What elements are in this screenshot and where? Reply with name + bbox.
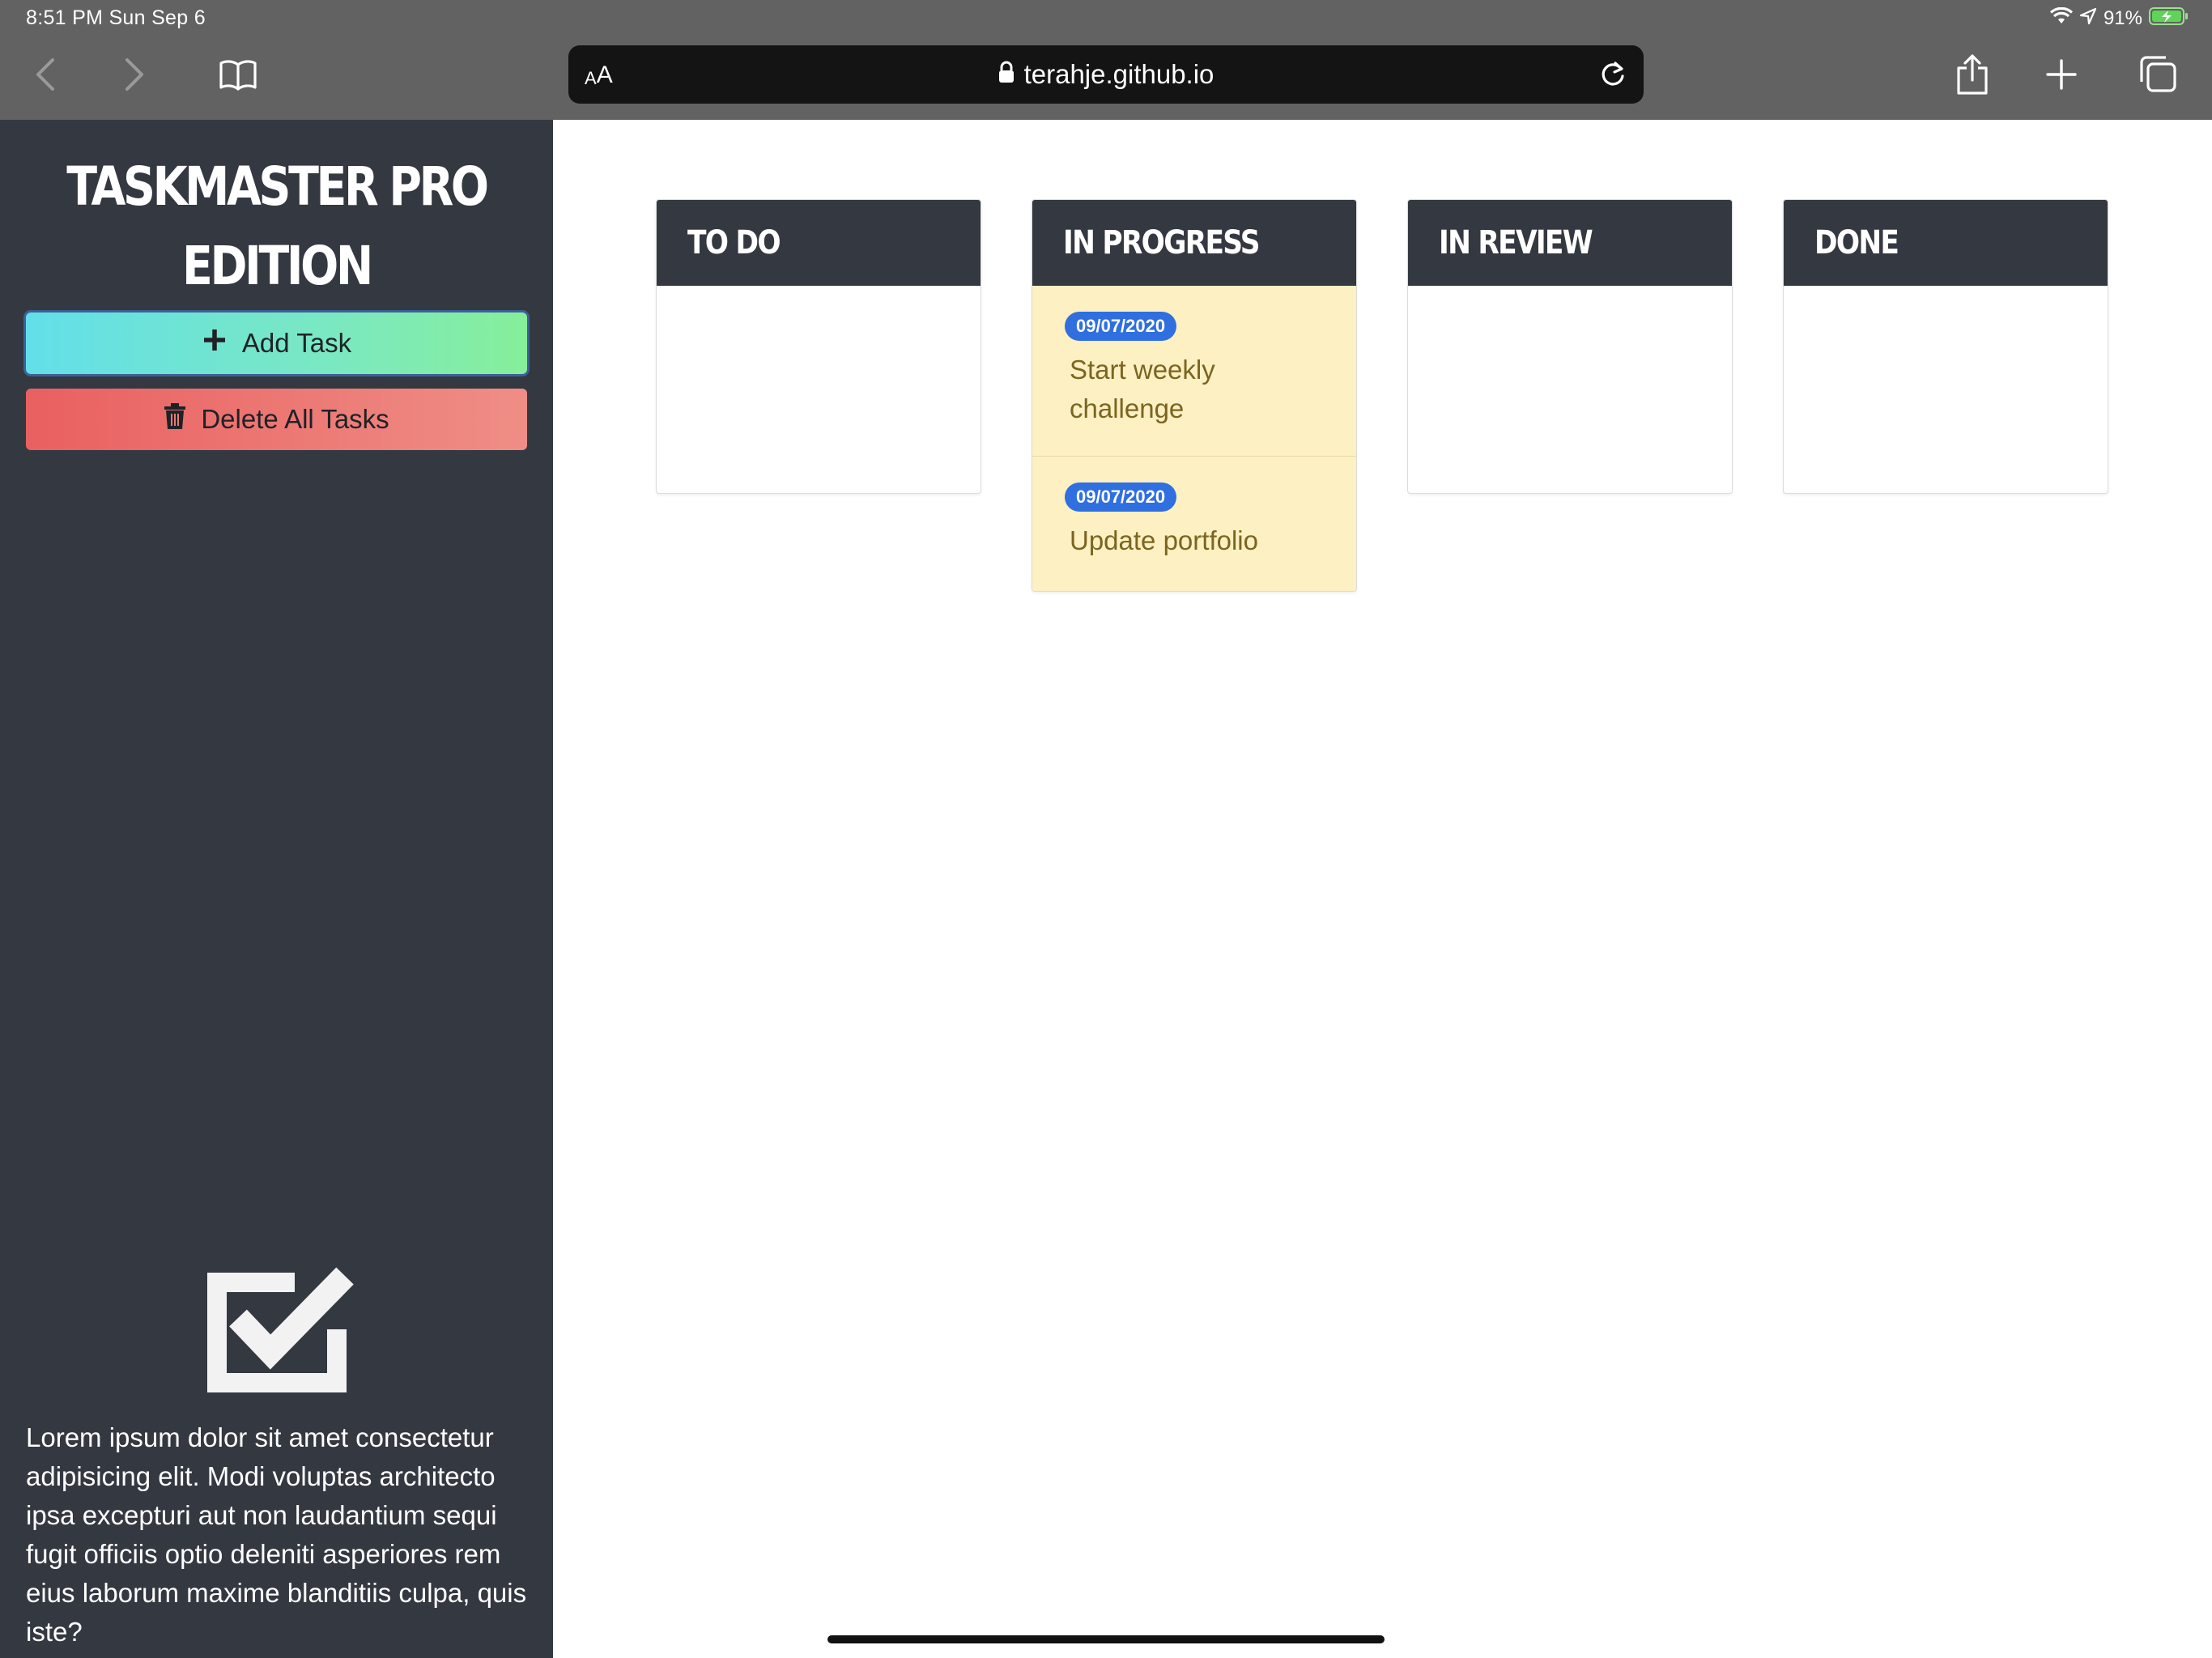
column-in-progress: IN PROGRESS 09/07/2020 Start weekly chal… [1032,199,1357,592]
address-bar[interactable]: AA terahje.github.io [568,45,1644,104]
column-task-list[interactable] [657,286,981,493]
location-icon [2079,7,2097,31]
status-indicators: 91% [2049,6,2189,32]
sidebar: TASKMASTER PRO EDITION Add Task Delete A… [0,120,553,1658]
column-to-do: TO DO [656,199,981,494]
trash-icon [164,402,186,436]
column-in-review: IN REVIEW [1407,199,1733,494]
delete-all-label: Delete All Tasks [201,404,389,434]
plus-icon[interactable] [2039,52,2084,97]
column-task-list[interactable]: 09/07/2020 Start weekly challenge 09/07/… [1032,286,1356,591]
delete-all-tasks-button[interactable]: Delete All Tasks [26,389,527,450]
battery-percent: 91% [2103,7,2142,29]
task-date-badge: 09/07/2020 [1065,483,1177,512]
battery-icon [2149,6,2189,32]
column-title: DONE [1814,224,1899,261]
url-display[interactable]: terahje.github.io [568,45,1644,104]
column-header: IN REVIEW [1408,200,1732,286]
url-text: terahje.github.io [1023,59,1214,89]
task-card[interactable]: 09/07/2020 Start weekly challenge [1032,286,1356,457]
add-task-button[interactable]: Add Task [26,312,527,374]
lock-icon [998,59,1015,90]
column-header: TO DO [657,200,981,286]
task-card[interactable]: 09/07/2020 Update portfolio [1032,457,1356,591]
reload-icon[interactable] [1595,57,1631,92]
wifi-icon [2049,6,2074,31]
add-task-label: Add Task [241,328,352,358]
column-title: IN PROGRESS [1063,224,1261,261]
back-icon[interactable] [24,52,65,97]
column-header: DONE [1784,200,2108,286]
tabs-icon[interactable] [2134,50,2181,97]
column-done: DONE [1783,199,2108,494]
task-date-badge: 09/07/2020 [1065,312,1177,341]
book-icon[interactable] [214,53,262,96]
app-title: TASKMASTER PRO EDITION [66,155,489,297]
forward-icon[interactable] [115,52,155,97]
plus-icon [202,327,228,359]
home-indicator[interactable] [827,1635,1385,1643]
sidebar-description: Lorem ipsum dolor sit amet consectetur a… [26,1422,527,1647]
share-icon[interactable] [1950,49,1995,100]
browser-chrome: 8:51 PM Sun Sep 6 91% AA terahje.github.… [0,0,2212,120]
column-header: IN PROGRESS [1032,200,1356,286]
column-task-list[interactable] [1408,286,1732,493]
task-title: Update portfolio [1070,525,1258,555]
task-title: Start weekly challenge [1070,355,1215,423]
column-title: IN REVIEW [1439,224,1593,261]
checkbox-icon [198,1261,356,1401]
column-title: TO DO [687,224,781,261]
column-task-list[interactable] [1784,286,2108,493]
status-time: 8:51 PM Sun Sep 6 [26,6,206,29]
